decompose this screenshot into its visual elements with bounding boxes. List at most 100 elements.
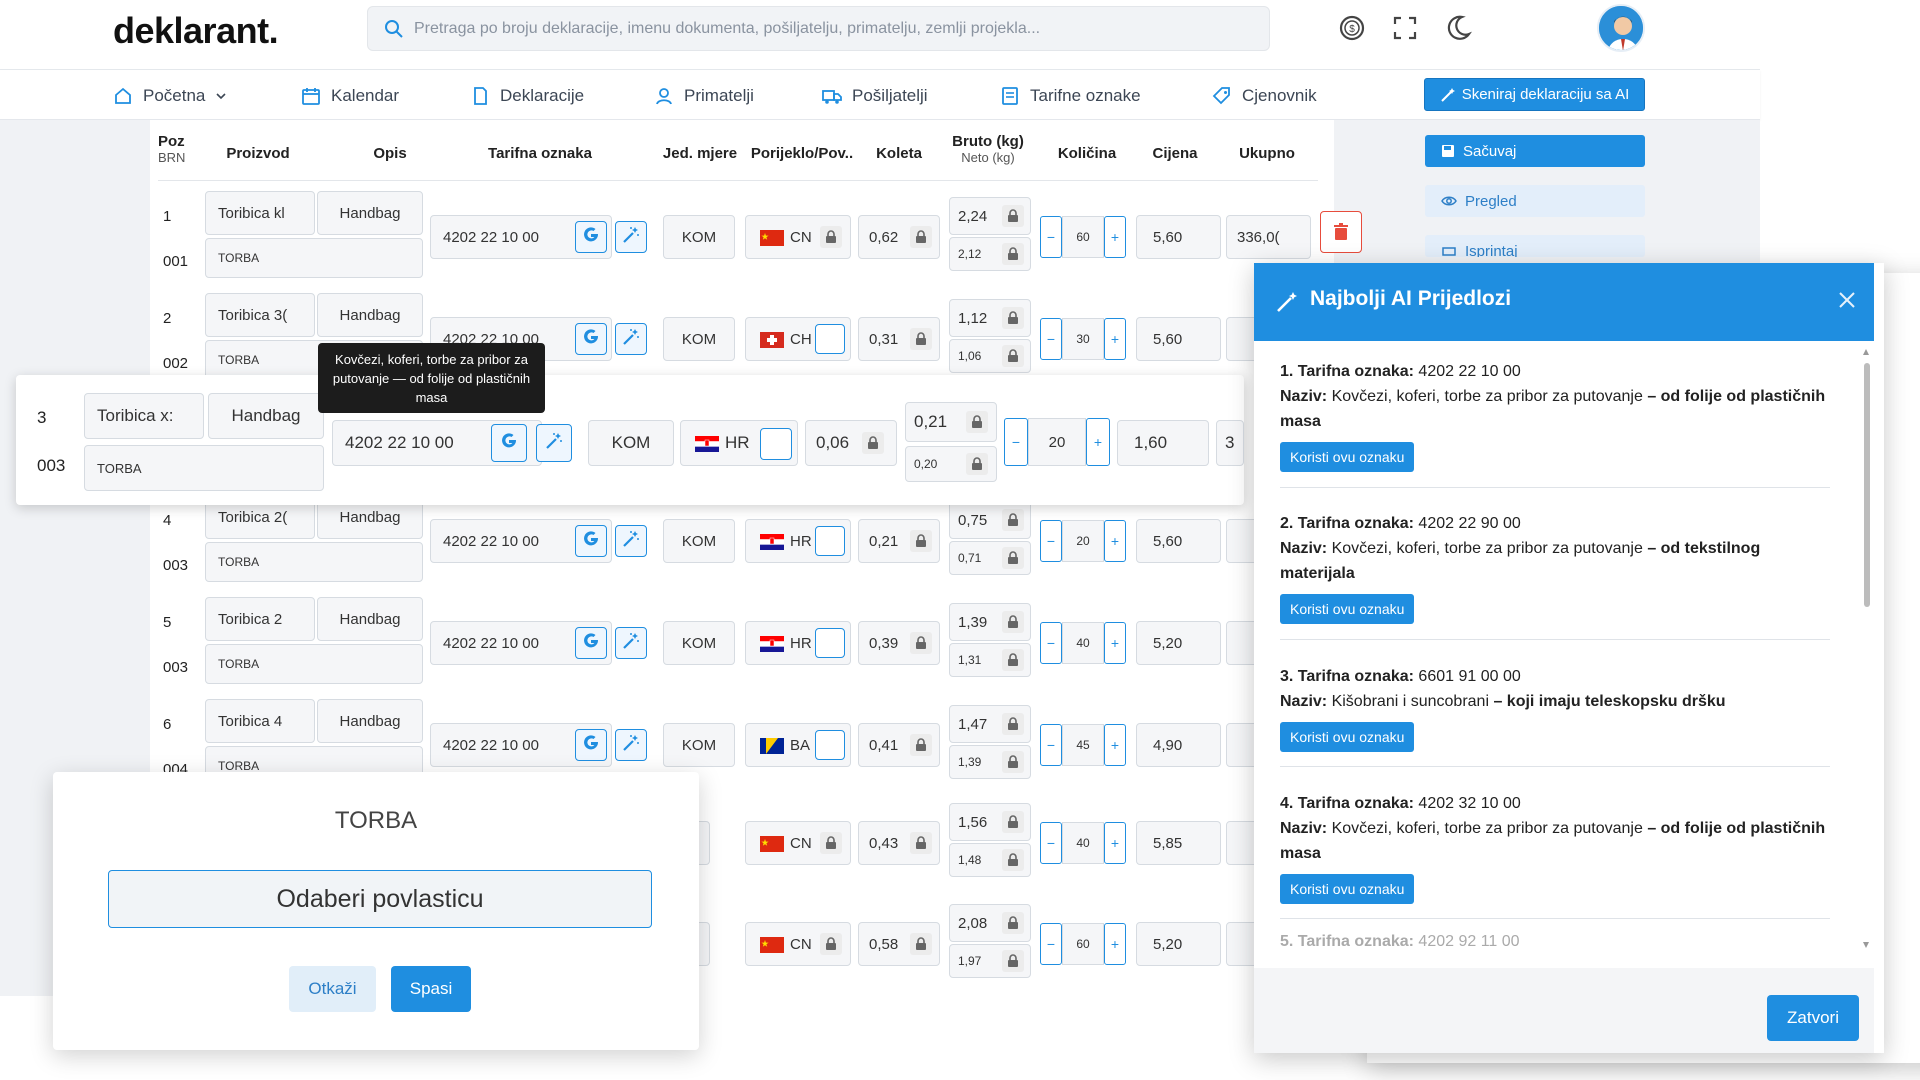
product-input[interactable]: Toribica 2 (205, 597, 315, 641)
google-search-button[interactable] (575, 221, 607, 253)
lock-icon[interactable] (1002, 307, 1024, 329)
description-input[interactable]: Handbag (208, 393, 324, 439)
lock-icon[interactable] (820, 933, 842, 955)
lock-icon[interactable] (966, 453, 988, 475)
desc-select[interactable]: TORBA (205, 542, 423, 582)
unit-input[interactable]: KOM (663, 621, 735, 665)
increment-button[interactable]: + (1104, 216, 1126, 258)
lock-icon[interactable] (1002, 509, 1024, 531)
quantity-input[interactable]: 20 (1028, 418, 1086, 466)
preference-checkbox[interactable] (815, 324, 845, 354)
lock-icon[interactable] (1002, 205, 1024, 227)
nav-item-deklaracije[interactable]: Deklaracije (470, 84, 584, 108)
desc-select[interactable]: TORBA (84, 445, 324, 491)
google-search-button[interactable] (491, 424, 527, 462)
lock-icon[interactable] (1002, 811, 1024, 833)
lock-icon[interactable] (910, 933, 932, 955)
dark-mode-icon[interactable] (1442, 12, 1474, 44)
preference-checkbox[interactable] (815, 526, 845, 556)
avatar[interactable] (1597, 4, 1645, 52)
lock-icon[interactable] (862, 432, 884, 454)
use-suggestion-button[interactable]: Koristi ovu oznaku (1280, 722, 1415, 752)
decrement-button[interactable]: − (1040, 622, 1062, 664)
close-button[interactable]: Zatvori (1767, 995, 1859, 1041)
google-search-button[interactable] (575, 525, 607, 557)
lock-icon[interactable] (820, 226, 842, 248)
use-suggestion-button[interactable]: Koristi ovu oznaku (1280, 594, 1415, 624)
close-icon[interactable] (1834, 287, 1860, 313)
save-button[interactable]: Sačuvaj (1425, 135, 1645, 167)
lock-icon[interactable] (1002, 751, 1024, 773)
preview-button[interactable]: Pregled (1425, 185, 1645, 217)
lock-icon[interactable] (1002, 611, 1024, 633)
lock-icon[interactable] (966, 411, 988, 433)
lock-icon[interactable] (1002, 345, 1024, 367)
decrement-button[interactable]: − (1040, 520, 1062, 562)
price-input[interactable]: 5,60 (1136, 215, 1221, 259)
search-input[interactable]: Pretraga po broju deklaracije, imenu dok… (367, 6, 1270, 51)
increment-button[interactable]: + (1104, 318, 1126, 360)
lock-icon[interactable] (1002, 849, 1024, 871)
lock-icon[interactable] (1002, 243, 1024, 265)
preference-select[interactable]: Odaberi povlasticu (108, 870, 652, 928)
unit-input[interactable]: KOM (663, 317, 735, 361)
quantity-input[interactable]: 40 (1062, 622, 1104, 664)
dialog-save-button[interactable]: Spasi (391, 966, 471, 1012)
price-input[interactable]: 1,60 (1117, 420, 1209, 466)
quantity-input[interactable]: 45 (1062, 724, 1104, 766)
scan-declaration-button[interactable]: Skeniraj deklaraciju sa AI (1424, 78, 1645, 111)
decrement-button[interactable]: − (1004, 418, 1028, 466)
increment-button[interactable]: + (1104, 923, 1126, 965)
nav-item-primatelji[interactable]: Primatelji (654, 84, 754, 108)
quantity-input[interactable]: 60 (1062, 216, 1104, 258)
description-input[interactable]: Handbag (317, 293, 423, 337)
price-input[interactable]: 5,60 (1136, 317, 1221, 361)
product-input[interactable]: Toribica 3( (205, 293, 315, 337)
price-input[interactable]: 5,20 (1136, 621, 1221, 665)
lock-icon[interactable] (910, 832, 932, 854)
ai-suggest-button[interactable] (536, 424, 572, 462)
nav-item-pocetna[interactable]: Početna (113, 84, 227, 108)
product-input[interactable]: Toribica kl (205, 191, 315, 235)
increment-button[interactable]: + (1104, 622, 1126, 664)
desc-select[interactable]: TORBA (205, 644, 423, 684)
cancel-button[interactable]: Otkaži (289, 966, 376, 1012)
currency-icon[interactable]: $ (1336, 12, 1368, 44)
increment-button[interactable]: + (1104, 724, 1126, 766)
decrement-button[interactable]: − (1040, 822, 1062, 864)
lock-icon[interactable] (1002, 950, 1024, 972)
price-input[interactable]: 4,90 (1136, 723, 1221, 767)
quantity-input[interactable]: 40 (1062, 822, 1104, 864)
scrollbar-thumb[interactable] (1864, 363, 1870, 607)
use-suggestion-button[interactable]: Koristi ovu oznaku (1280, 442, 1415, 472)
product-input[interactable]: Toribica x: (84, 393, 204, 439)
lock-icon[interactable] (910, 226, 932, 248)
lock-icon[interactable] (910, 328, 932, 350)
description-input[interactable]: Handbag (317, 597, 423, 641)
increment-button[interactable]: + (1104, 822, 1126, 864)
unit-input[interactable]: KOM (588, 420, 674, 466)
use-suggestion-button[interactable]: Koristi ovu oznaku (1280, 874, 1415, 904)
quantity-input[interactable]: 30 (1062, 318, 1104, 360)
decrement-button[interactable]: − (1040, 216, 1062, 258)
fullscreen-icon[interactable] (1389, 12, 1421, 44)
increment-button[interactable]: + (1086, 418, 1110, 466)
decrement-button[interactable]: − (1040, 318, 1062, 360)
description-input[interactable]: Handbag (317, 699, 423, 743)
ai-suggest-button[interactable] (615, 323, 647, 355)
ai-suggest-button[interactable] (615, 221, 647, 253)
lock-icon[interactable] (910, 734, 932, 756)
lock-icon[interactable] (820, 832, 842, 854)
ai-suggest-button[interactable] (615, 729, 647, 761)
google-search-button[interactable] (575, 627, 607, 659)
unit-input[interactable]: KOM (663, 519, 735, 563)
ai-suggest-button[interactable] (615, 627, 647, 659)
price-input[interactable]: 5,85 (1136, 821, 1221, 865)
price-input[interactable]: 5,60 (1136, 519, 1221, 563)
lock-icon[interactable] (1002, 713, 1024, 735)
nav-item-cjenovnik[interactable]: Cjenovnik (1212, 84, 1317, 108)
decrement-button[interactable]: − (1040, 923, 1062, 965)
decrement-button[interactable]: − (1040, 724, 1062, 766)
nav-item-posiljatelji[interactable]: Pošiljatelji (822, 84, 928, 108)
google-search-button[interactable] (575, 323, 607, 355)
